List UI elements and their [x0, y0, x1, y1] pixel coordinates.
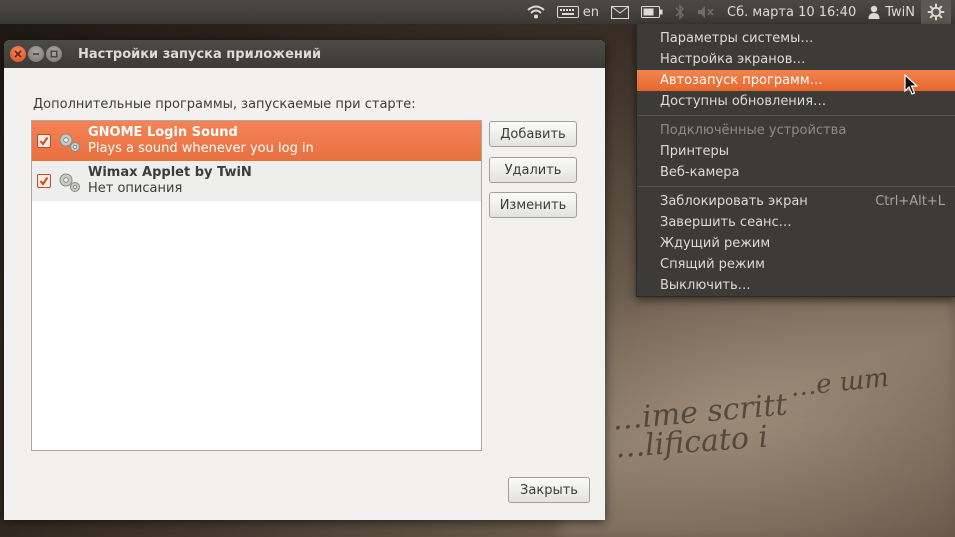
- session-menu: Параметры системы… Настройка экранов… Ав…: [636, 24, 955, 297]
- datetime-label: Сб. марта 10 16:40: [727, 4, 857, 20]
- list-item-wimax-applet[interactable]: Wimax Applet by TwiN Нет описания: [32, 161, 481, 201]
- user-icon: [868, 5, 880, 19]
- session-menu-button[interactable]: [921, 0, 951, 24]
- messaging-indicator[interactable]: [605, 0, 635, 24]
- menu-item-label: Ждущий режим: [660, 236, 771, 251]
- menu-item-label: Выключить…: [660, 278, 751, 293]
- startup-programs-list[interactable]: GNOME Login Sound Plays a sound whenever…: [31, 120, 482, 451]
- window-maximize-button[interactable]: [46, 46, 62, 62]
- window-close-button[interactable]: [10, 46, 26, 62]
- battery-icon: [641, 6, 663, 18]
- menu-item-system-settings[interactable]: Параметры системы…: [637, 28, 955, 49]
- battery-indicator[interactable]: [635, 0, 669, 24]
- menu-item-shortcut: Ctrl+Alt+L: [875, 194, 945, 209]
- window-title: Настройки запуска приложений: [78, 46, 322, 62]
- enable-checkbox[interactable]: [37, 174, 51, 188]
- list-item-title: GNOME Login Sound: [88, 125, 238, 140]
- keyboard-indicator[interactable]: en: [551, 0, 605, 24]
- mouse-cursor-icon: [904, 74, 918, 95]
- checkmark-icon: [39, 136, 49, 146]
- menu-item-hibernate[interactable]: Спящий режим: [637, 254, 955, 275]
- menu-item-label: Заблокировать экран: [660, 194, 808, 209]
- list-item-subtitle: Нет описания: [88, 181, 183, 196]
- menu-separator: [637, 186, 955, 187]
- enable-checkbox[interactable]: [37, 134, 51, 148]
- menu-item-label: Доступны обновления…: [660, 94, 827, 109]
- menu-item-label: Подключённые устройства: [660, 123, 847, 138]
- startup-applications-window: Настройки запуска приложений Дополнитель…: [4, 40, 605, 520]
- menu-item-webcam[interactable]: Веб-камера: [637, 162, 955, 183]
- application-gears-icon: [59, 173, 80, 192]
- menu-item-suspend[interactable]: Ждущий режим: [637, 233, 955, 254]
- clock-indicator[interactable]: Сб. марта 10 16:40: [721, 0, 862, 24]
- window-titlebar[interactable]: Настройки запуска приложений: [4, 40, 605, 68]
- add-button[interactable]: Добавить: [489, 121, 577, 147]
- menu-item-printers[interactable]: Принтеры: [637, 141, 955, 162]
- user-indicator[interactable]: TwiN: [862, 0, 921, 24]
- menu-separator: [637, 115, 955, 116]
- list-item-gnome-login-sound[interactable]: GNOME Login Sound Plays a sound whenever…: [32, 121, 481, 161]
- edit-button[interactable]: Изменить: [489, 192, 577, 218]
- list-item-subtitle: Plays a sound whenever you log in: [88, 141, 314, 156]
- maximize-icon: [50, 50, 58, 58]
- application-gears-icon: [59, 133, 80, 152]
- checkmark-icon: [39, 176, 49, 186]
- menu-item-displays[interactable]: Настройка экранов…: [637, 49, 955, 70]
- user-name-label: TwiN: [885, 4, 915, 20]
- settings-gear-icon: [927, 3, 945, 21]
- bluetooth-indicator[interactable]: [669, 0, 691, 24]
- keyboard-icon: [556, 6, 579, 18]
- wifi-indicator[interactable]: [521, 0, 551, 24]
- menu-item-label: Завершить сеанс…: [660, 215, 792, 230]
- wifi-icon: [527, 5, 545, 19]
- menu-item-label: Спящий режим: [660, 257, 765, 272]
- menu-item-label: Веб-камера: [660, 165, 740, 180]
- top-panel: en Сб. марта 10 16:40 TwiN: [0, 0, 955, 24]
- menu-item-label: Настройка экранов…: [660, 52, 806, 67]
- menu-item-label: Принтеры: [660, 144, 730, 159]
- window-minimize-button[interactable]: [28, 46, 44, 62]
- close-button[interactable]: Закрыть: [508, 477, 590, 503]
- close-icon: [14, 50, 22, 58]
- menu-item-label: Автозапуск программ…: [660, 73, 823, 88]
- menu-item-shut-down[interactable]: Выключить…: [637, 275, 955, 296]
- bluetooth-icon: [675, 4, 685, 20]
- sound-indicator[interactable]: [691, 0, 721, 24]
- startup-programs-label: Дополнительные программы, запускаемые пр…: [33, 97, 416, 112]
- list-item-title: Wimax Applet by TwiN: [88, 165, 252, 180]
- menu-item-label: Параметры системы…: [660, 31, 814, 46]
- minimize-icon: [33, 53, 39, 55]
- keyboard-layout-label: en: [582, 4, 600, 20]
- menu-item-log-out[interactable]: Завершить сеанс…: [637, 212, 955, 233]
- remove-button[interactable]: Удалить: [489, 157, 577, 183]
- mail-icon: [611, 5, 630, 19]
- volume-muted-icon: [698, 6, 714, 18]
- menu-item-lock-screen[interactable]: Заблокировать экран Ctrl+Alt+L: [637, 191, 955, 212]
- menu-item-attached-devices: Подключённые устройства: [637, 120, 955, 141]
